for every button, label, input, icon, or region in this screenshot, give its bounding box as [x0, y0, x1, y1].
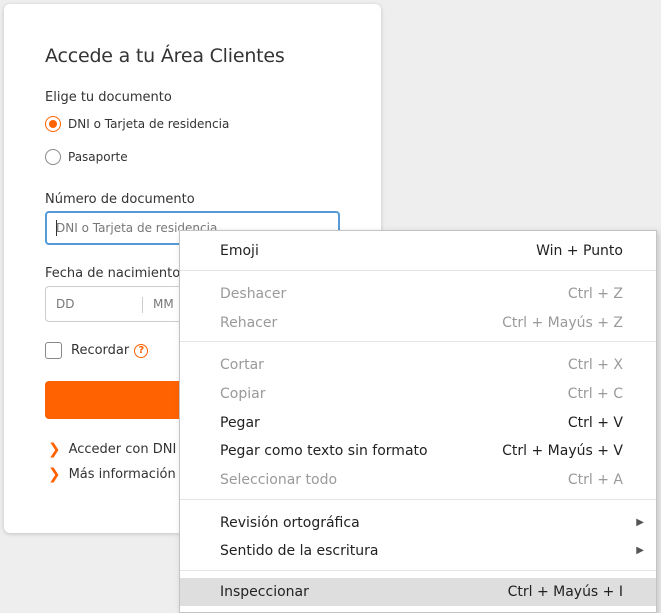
- menu-item-label: Cortar: [220, 357, 264, 373]
- link-mas-informacion[interactable]: ❯ Más información so: [48, 465, 195, 483]
- menu-item-revision-ortografica[interactable]: Revisión ortográfica ▶: [180, 509, 656, 537]
- menu-item-label: Sentido de la escritura: [220, 543, 379, 559]
- menu-item-label: Copiar: [220, 386, 266, 402]
- link-label[interactable]: Acceder con DNI el: [69, 442, 192, 457]
- menu-item-label: Revisión ortográfica: [220, 515, 360, 531]
- menu-item-shortcut: Ctrl + Mayús + Z: [502, 315, 623, 331]
- radio-dot: [49, 120, 57, 128]
- menu-item-shortcut: Ctrl + Z: [567, 286, 623, 302]
- menu-item-pegar[interactable]: Pegar Ctrl + V: [180, 409, 656, 437]
- menu-item-shortcut: Ctrl + Mayús + I: [507, 584, 623, 600]
- document-type-label: Elige tu documento: [45, 90, 172, 105]
- radio-button-checked[interactable]: [45, 116, 61, 132]
- menu-item-shortcut: Ctrl + Mayús + V: [502, 443, 623, 459]
- menu-item-shortcut: Ctrl + C: [567, 386, 623, 402]
- chevron-right-icon: ❯: [48, 440, 61, 458]
- radio-button[interactable]: [45, 149, 61, 165]
- menu-item-label: Pegar: [220, 415, 260, 431]
- text-cursor: [56, 220, 57, 236]
- page-title: Accede a tu Área Clientes: [45, 45, 285, 67]
- menu-item-label: Rehacer: [220, 315, 278, 331]
- menu-separator: [180, 270, 656, 271]
- menu-item-pegar-sin-formato[interactable]: Pegar como texto sin formato Ctrl + Mayú…: [180, 437, 656, 465]
- submenu-arrow-icon: ▶: [636, 517, 644, 528]
- help-icon[interactable]: ?: [134, 343, 149, 358]
- radio-pasaporte[interactable]: Pasaporte: [45, 149, 128, 165]
- link-label[interactable]: Más información so: [69, 467, 195, 482]
- menu-item-emoji[interactable]: Emoji Win + Punto: [180, 237, 656, 265]
- menu-item-shortcut: Ctrl + X: [567, 357, 623, 373]
- menu-separator: [180, 499, 656, 500]
- menu-item-shortcut: Win + Punto: [536, 243, 623, 259]
- remember-label[interactable]: Recordar: [71, 343, 129, 358]
- remember-row[interactable]: Recordar ?: [45, 342, 149, 359]
- menu-separator: [180, 570, 656, 571]
- chevron-right-icon: ❯: [48, 465, 61, 483]
- remember-checkbox[interactable]: [45, 342, 62, 359]
- context-menu: Emoji Win + Punto Deshacer Ctrl + Z Reha…: [179, 230, 657, 613]
- menu-item-rehacer[interactable]: Rehacer Ctrl + Mayús + Z: [180, 309, 656, 337]
- menu-item-shortcut: Ctrl + V: [567, 415, 623, 431]
- menu-item-seleccionar-todo[interactable]: Seleccionar todo Ctrl + A: [180, 466, 656, 494]
- menu-item-inspeccionar[interactable]: Inspeccionar Ctrl + Mayús + I: [180, 578, 656, 606]
- menu-separator: [180, 341, 656, 342]
- menu-item-shortcut: Ctrl + A: [567, 472, 623, 488]
- radio-dni[interactable]: DNI o Tarjeta de residencia: [45, 116, 229, 132]
- document-number-label: Número de documento: [45, 192, 195, 207]
- radio-dni-label[interactable]: DNI o Tarjeta de residencia: [68, 117, 229, 131]
- radio-pasaporte-label[interactable]: Pasaporte: [68, 150, 128, 164]
- menu-item-deshacer[interactable]: Deshacer Ctrl + Z: [180, 280, 656, 308]
- menu-item-label: Inspeccionar: [220, 584, 309, 600]
- menu-item-sentido-escritura[interactable]: Sentido de la escritura ▶: [180, 537, 656, 565]
- submenu-arrow-icon: ▶: [636, 545, 644, 556]
- menu-item-label: Deshacer: [220, 286, 287, 302]
- menu-item-copiar[interactable]: Copiar Ctrl + C: [180, 380, 656, 408]
- birth-date-label: Fecha de nacimiento: [45, 266, 181, 281]
- menu-item-label: Seleccionar todo: [220, 472, 338, 488]
- link-dni-electronico[interactable]: ❯ Acceder con DNI el: [48, 440, 192, 458]
- menu-item-label: Emoji: [220, 243, 259, 259]
- month-field[interactable]: MM: [143, 287, 174, 321]
- menu-item-cortar[interactable]: Cortar Ctrl + X: [180, 351, 656, 379]
- menu-item-label: Pegar como texto sin formato: [220, 443, 428, 459]
- day-field[interactable]: DD: [46, 287, 74, 321]
